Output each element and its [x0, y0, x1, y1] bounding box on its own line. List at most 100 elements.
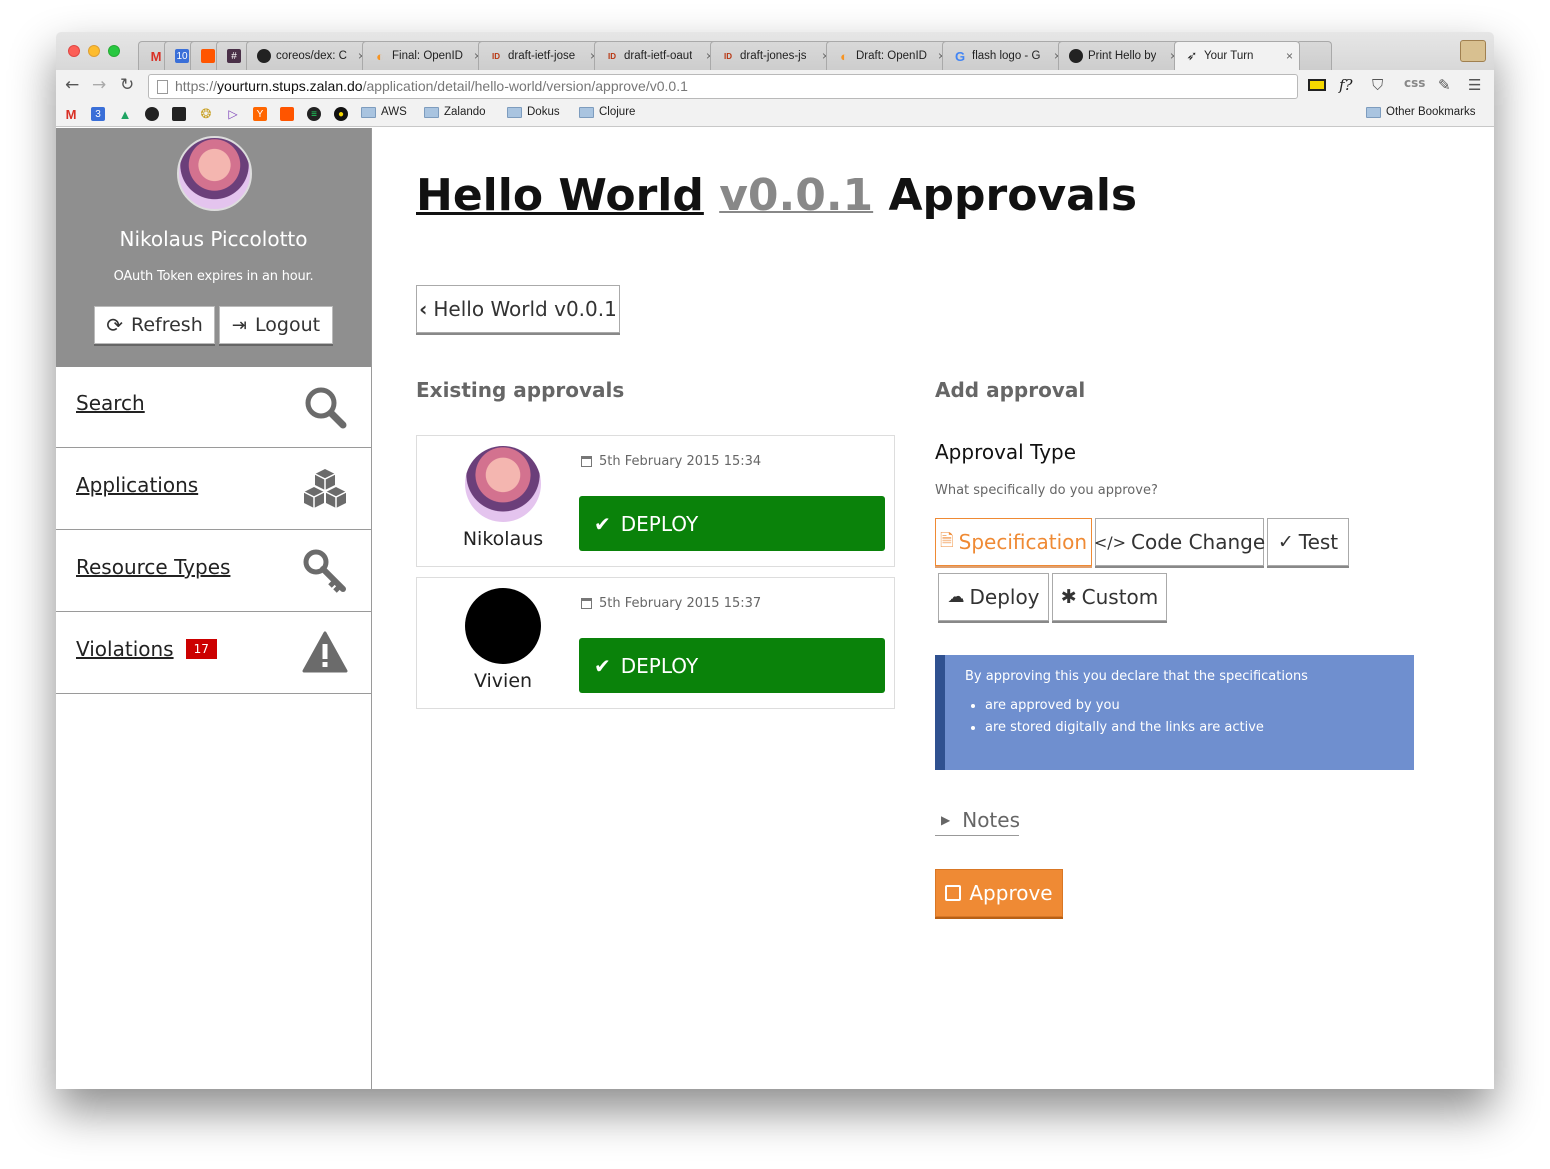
tab-print-hello[interactable]: Print Hello by× — [1058, 41, 1184, 70]
cubes-icon — [303, 469, 347, 508]
chevron-left-icon: ‹ — [419, 297, 428, 321]
info-list-item: are approved by you — [985, 698, 1414, 713]
logout-button[interactable]: ⇥ Logout — [219, 306, 333, 344]
highlighter-extension-icon[interactable] — [1308, 79, 1326, 91]
google-icon: G — [954, 48, 966, 64]
warning-icon — [302, 631, 348, 673]
file-text-icon: 🗎 — [939, 530, 954, 551]
search-icon — [305, 387, 347, 429]
user-profile: Nikolaus Piccolotto OAuth Token expires … — [56, 128, 371, 367]
zoom-window-button[interactable] — [108, 45, 120, 57]
github-icon[interactable] — [172, 107, 186, 121]
drive-icon[interactable]: ▲ — [118, 107, 132, 122]
key-icon — [303, 549, 346, 593]
approver-name: Nikolaus — [462, 528, 544, 550]
reload-icon[interactable]: ↻ — [120, 75, 134, 95]
hackernews-icon[interactable]: Y — [253, 107, 267, 121]
sidebar-item-resource-types[interactable]: Resource Types — [56, 531, 371, 612]
tab-final-openid[interactable]: ◐Final: OpenID× — [362, 41, 488, 70]
tab-draft-ietf-jose[interactable]: IDdraft-ietf-jose× — [478, 41, 604, 70]
approval-card: Nikolaus 5th February 2015 15:34 ✔ DEPLO… — [416, 435, 895, 567]
title-app-link[interactable]: Hello World — [416, 170, 704, 221]
type-test-button[interactable]: ✓ Test — [1267, 518, 1349, 566]
profile-menu-icon[interactable] — [1460, 40, 1486, 62]
tab-close-icon[interactable]: × — [1286, 49, 1293, 63]
new-tab-button[interactable] — [1296, 41, 1332, 70]
type-custom-button[interactable]: ✱ Custom — [1052, 573, 1167, 621]
bookmark-folder-dokus[interactable]: Dokus — [507, 106, 560, 118]
settings-icon[interactable]: ❂ — [199, 106, 213, 121]
type-code-change-button[interactable]: </> Code Change — [1093, 518, 1265, 566]
sidebar-item-search[interactable]: Search — [56, 367, 371, 448]
tab-your-turn[interactable]: ➶ Your Turn × — [1174, 41, 1300, 70]
approval-card: Vivien 5th February 2015 15:37 ✔ DEPLOY — [416, 577, 895, 709]
approval-date: 5th February 2015 15:34 — [599, 454, 762, 469]
avatar — [465, 446, 541, 522]
sidebar: Nikolaus Piccolotto OAuth Token expires … — [56, 128, 372, 1089]
ublock-icon[interactable]: ⛉ — [1372, 76, 1383, 94]
token-expiry-text: OAuth Token expires in an hour. — [113, 269, 314, 284]
title-version-link[interactable]: v0.0.1 — [719, 170, 873, 221]
save-icon — [945, 885, 962, 901]
minimize-window-button[interactable] — [88, 45, 100, 57]
bookmarks-bar: M 3 ▲ ❂ ▷ Y ≡ ● AWS Zalando Dokus Clojur… — [56, 102, 1494, 127]
calendar-icon — [581, 598, 592, 609]
refresh-button[interactable]: ⟳ Refresh — [94, 306, 215, 344]
tab-flash-logo[interactable]: Gflash logo - G× — [942, 41, 1068, 70]
tab-draft-jones-json[interactable]: IDdraft-jones-js× — [710, 41, 836, 70]
folder-icon — [507, 106, 522, 118]
sidebar-item-applications[interactable]: Applications — [56, 449, 371, 530]
asterisk-icon: ✱ — [1060, 586, 1077, 608]
font-extension-icon[interactable]: f? — [1339, 76, 1353, 94]
cloud-upload-icon: ☁ — [947, 587, 965, 607]
target-icon[interactable]: ● — [334, 107, 348, 121]
type-specification-button[interactable]: 🗎 Specification — [935, 518, 1092, 566]
tab-draft-openid[interactable]: ◐Draft: OpenID× — [826, 41, 952, 70]
eyedropper-extension-icon[interactable]: ✎ — [1438, 76, 1451, 94]
soundcloud-icon[interactable] — [280, 107, 294, 121]
approver-name: Vivien — [473, 670, 533, 692]
calendar-icon[interactable]: 3 — [91, 107, 105, 121]
gmail-icon[interactable]: M — [64, 107, 78, 122]
soundcloud-icon — [201, 49, 215, 63]
ietf-icon: ID — [608, 51, 616, 61]
github-icon — [1069, 49, 1083, 63]
ietf-icon: ID — [492, 51, 500, 61]
approval-type-label: ✔ DEPLOY — [579, 638, 885, 693]
openid-icon: ◐ — [840, 48, 848, 64]
close-window-button[interactable] — [68, 45, 80, 57]
tab-coreos-dex[interactable]: coreos/dex: C× — [246, 41, 372, 70]
info-list-item: are stored digitally and the links are a… — [985, 720, 1414, 735]
add-approval-heading: Add approval — [935, 378, 1086, 402]
folder-icon — [579, 106, 594, 118]
violations-count-badge: 17 — [185, 639, 217, 659]
css-extension-icon[interactable]: css — [1404, 76, 1425, 90]
tab-draft-ietf-oauth[interactable]: IDdraft-ietf-oaut× — [594, 41, 720, 70]
gmail-icon: M — [150, 48, 162, 64]
github-icon[interactable] — [145, 107, 159, 121]
approval-info-box: By approving this you declare that the s… — [935, 655, 1414, 770]
user-name: Nikolaus Piccolotto — [119, 227, 308, 251]
other-bookmarks[interactable]: Other Bookmarks — [1366, 106, 1475, 118]
code-icon: </> — [1093, 532, 1127, 552]
type-deploy-button[interactable]: ☁ Deploy — [938, 573, 1049, 621]
browser-window: M 10 # coreos/dex: C× ◐Final: OpenID× ID… — [56, 32, 1494, 1089]
bookmark-folder-aws[interactable]: AWS — [361, 106, 407, 118]
browser-toolbar: ← → ↻ https://yourturn.stups.zalan.do/ap… — [56, 70, 1494, 102]
bookmark-folder-zalando[interactable]: Zalando — [424, 106, 486, 118]
notes-toggle[interactable]: ▶ Notes — [935, 804, 1020, 836]
address-bar[interactable]: https://yourturn.stups.zalan.do/applicat… — [148, 74, 1298, 99]
back-to-version-button[interactable]: ‹ Hello World v0.0.1 — [416, 285, 620, 333]
calendar-icon — [581, 456, 592, 467]
tab-strip: M 10 # coreos/dex: C× ◐Final: OpenID× ID… — [56, 32, 1494, 70]
menu-icon[interactable]: ☰ — [1468, 76, 1481, 94]
play-icon[interactable]: ▷ — [226, 107, 240, 121]
sidebar-item-violations[interactable]: Violations 17 — [56, 613, 371, 694]
spotify-icon[interactable]: ≡ — [307, 107, 321, 121]
bookmark-folder-clojure[interactable]: Clojure — [579, 106, 635, 118]
back-arrow-icon[interactable]: ← — [65, 75, 79, 95]
page-icon — [157, 80, 168, 94]
approve-button[interactable]: Approve — [935, 869, 1063, 917]
forward-arrow-icon[interactable]: → — [92, 75, 106, 95]
page-content: Nikolaus Piccolotto OAuth Token expires … — [56, 128, 1494, 1089]
